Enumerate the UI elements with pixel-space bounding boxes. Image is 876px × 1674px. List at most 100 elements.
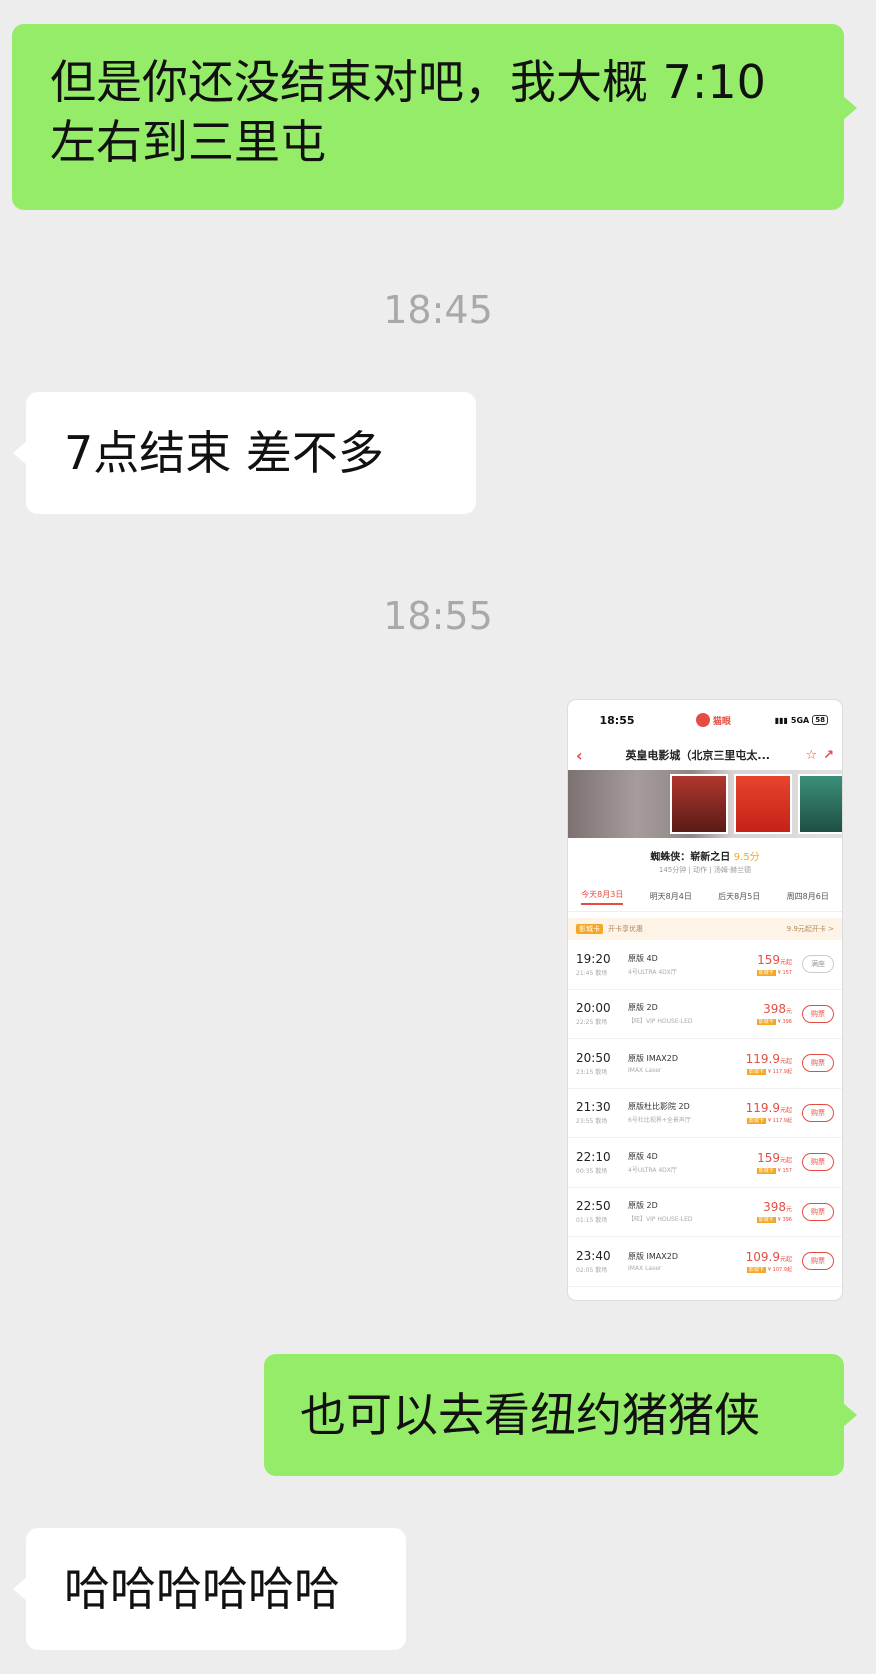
end-time: 23:15 散场 [576, 1068, 608, 1076]
end-time: 01:15 散场 [576, 1217, 608, 1225]
message-text: 也可以去看纽约猪猪侠 [300, 1388, 760, 1442]
version: 原版 2D [628, 1003, 658, 1013]
version: 原版 IMAX2D [628, 1251, 679, 1261]
promo-tag: 影城卡 [576, 924, 603, 934]
start-time: 21:30 [576, 1100, 611, 1115]
price: 159元起 [757, 952, 792, 967]
hall: 6号杜比视界+全景声厅 [628, 1117, 691, 1125]
hall: IMAX Laser [628, 1264, 662, 1272]
price: 109.9元起 [745, 1249, 792, 1264]
version: 原版 IMAX2D [628, 1053, 679, 1063]
buy-ticket-button: 购票 [802, 1004, 834, 1023]
card-price: 影城卡 ¥ 396 [756, 1019, 792, 1026]
message-text: 左右到三里屯 [50, 115, 326, 169]
version: 原版 4D [628, 1151, 658, 1161]
start-time: 23:40 [576, 1248, 611, 1263]
movie-poster [734, 774, 792, 834]
buy-ticket-button: 购票 [802, 1202, 834, 1221]
card-price: 影城卡 ¥ 117.9起 [746, 1068, 792, 1075]
version: 原版杜比影院 2D [628, 1102, 690, 1112]
promo-banner: 影城卡 开卡享优惠 9.9元起开卡 > [568, 918, 842, 940]
movie-info: 蜘蛛侠：崭新之日 9.5分 145分钟 | 动作 | 汤姆·赫兰德 [568, 838, 842, 882]
phone-status-bar: 18:55 猫眼 ▮▮▮ 5GA 58 [568, 700, 842, 740]
showtime-row: 20:50 23:15 散场 原版 IMAX2D IMAX Laser 119.9元起影… [568, 1039, 842, 1089]
buy-ticket-button: 购票 [802, 1153, 834, 1172]
message-bubble-outgoing[interactable]: 也可以去看纽约猪猪侠 [264, 1354, 857, 1476]
app-logo: 猫眼 [652, 713, 775, 727]
end-time: 00:35 散场 [576, 1167, 608, 1175]
message-text: 但是你还没结束对吧，我大概 7:10 [50, 55, 766, 109]
hall: 4号ULTRA 4DX厅 [628, 1166, 677, 1174]
movie-score: 9.5分 [733, 852, 760, 863]
hall: 【旺】VIP HOUSE-LED [628, 1216, 693, 1224]
showtime-row: 20:00 22:25 散场 原版 2D 【旺】VIP HOUSE-LED 398元影城… [568, 990, 842, 1039]
version: 原版 4D [628, 953, 658, 963]
date-tab: 今天8月3日 [581, 889, 624, 905]
card-price: 影城卡 ¥ 396 [756, 1217, 792, 1224]
showtime-row: 23:40 02:05 散场 原版 IMAX2D IMAX Laser 109.9元起影… [568, 1237, 842, 1287]
card-price: 影城卡 ¥ 117.9起 [746, 1118, 792, 1125]
price: 398元 [763, 1200, 792, 1215]
version: 原版 2D [628, 1201, 658, 1211]
price: 119.9元起 [745, 1051, 792, 1066]
movie-meta: 145分钟 | 动作 | 汤姆·赫兰德 [658, 866, 752, 874]
card-price: 影城卡 ¥ 157 [756, 969, 792, 976]
price: 119.9元起 [745, 1101, 792, 1116]
message-bubble-incoming[interactable]: 哈哈哈哈哈哈 [13, 1528, 406, 1650]
bubble-tail [843, 96, 857, 120]
end-time: 21:45 散场 [576, 969, 608, 977]
showtime-row: 22:50 01:15 散场 原版 2D 【旺】VIP HOUSE-LED 398元影城… [568, 1188, 842, 1237]
price: 398元 [763, 1002, 792, 1017]
card-price: 影城卡 ¥ 107.9起 [746, 1266, 792, 1273]
buy-ticket-button: 购票 [802, 1103, 834, 1122]
network-label: 5GA [790, 715, 810, 725]
share-icon: ↗ [823, 747, 834, 763]
showtime-list: 19:20 21:45 散场 原版 4D 4号ULTRA 4DX厅 159元起 影城卡 ¥ … [568, 940, 842, 1287]
start-time: 19:20 [576, 951, 611, 966]
battery-icon: 58 [812, 715, 828, 725]
showtime-row: 21:30 23:55 散场 原版杜比影院 2D 6号杜比视界+全景声厅 119.9元起… [568, 1089, 842, 1138]
showtime-row: 19:20 21:45 散场 原版 4D 4号ULTRA 4DX厅 159元起影城卡 ¥ … [568, 940, 842, 990]
hall: 【旺】VIP HOUSE-LED [628, 1018, 693, 1026]
date-tabs: 今天8月3日 明天8月4日 后天8月5日 周四8月6日 [568, 882, 842, 912]
screenshot-image-message[interactable]: 18:55 猫眼 ▮▮▮ 5GA 58 ‹ 英皇电影城（北京三里屯太... ☆ … [568, 700, 842, 1300]
end-time: 02:05 散场 [576, 1266, 608, 1274]
date-tab: 明天8月4日 [649, 892, 692, 901]
showtime-row: 22:10 00:35 散场 原版 4D 4号ULTRA 4DX厅 159元起影城卡 ¥ … [568, 1138, 842, 1188]
card-price: 影城卡 ¥ 157 [756, 1167, 792, 1174]
start-time: 22:10 [576, 1149, 611, 1164]
bubble-tail [843, 1403, 857, 1427]
buy-ticket-button: 购票 [802, 1252, 834, 1271]
movie-poster [670, 774, 728, 834]
buy-ticket-button: 购票 [802, 1054, 834, 1073]
end-time: 23:55 散场 [576, 1118, 608, 1126]
end-time: 22:25 散场 [576, 1019, 608, 1027]
promo-text: 开卡享优惠 [608, 925, 643, 933]
maoyan-logo-icon [695, 713, 710, 727]
promo-right: 9.9元起开卡 > [786, 925, 834, 933]
message-text: 7点结束 差不多 [64, 426, 384, 480]
cinema-nav-bar: ‹ 英皇电影城（北京三里屯太... ☆ ↗ [568, 740, 842, 770]
back-arrow-icon: ‹ [576, 745, 583, 765]
date-tab: 后天8月5日 [718, 892, 761, 901]
movie-title: 蜘蛛侠：崭新之日 [650, 852, 731, 863]
buy-ticket-button: 满座 [802, 955, 834, 974]
start-time: 22:50 [576, 1199, 611, 1214]
message-bubble-incoming[interactable]: 7点结束 差不多 [13, 392, 476, 514]
price: 159元起 [757, 1150, 792, 1165]
message-text: 哈哈哈哈哈哈 [64, 1562, 340, 1616]
signal-icon: ▮▮▮ [774, 715, 788, 725]
hall: IMAX Laser [628, 1066, 662, 1074]
movie-poster-carousel [568, 770, 842, 838]
start-time: 20:00 [576, 1001, 611, 1016]
bubble-tail [13, 441, 27, 465]
message-bubble-outgoing[interactable]: 但是你还没结束对吧，我大概 7:10 左右到三里屯 [12, 24, 857, 210]
timestamp: 18:55 [383, 594, 493, 638]
hall: 4号ULTRA 4DX厅 [628, 968, 677, 976]
star-icon: ☆ [805, 747, 818, 763]
date-tab: 周四8月6日 [786, 892, 829, 901]
status-time: 18:55 [599, 713, 635, 727]
timestamp: 18:45 [383, 288, 493, 332]
movie-poster [798, 774, 842, 834]
bubble-tail [13, 1577, 27, 1601]
